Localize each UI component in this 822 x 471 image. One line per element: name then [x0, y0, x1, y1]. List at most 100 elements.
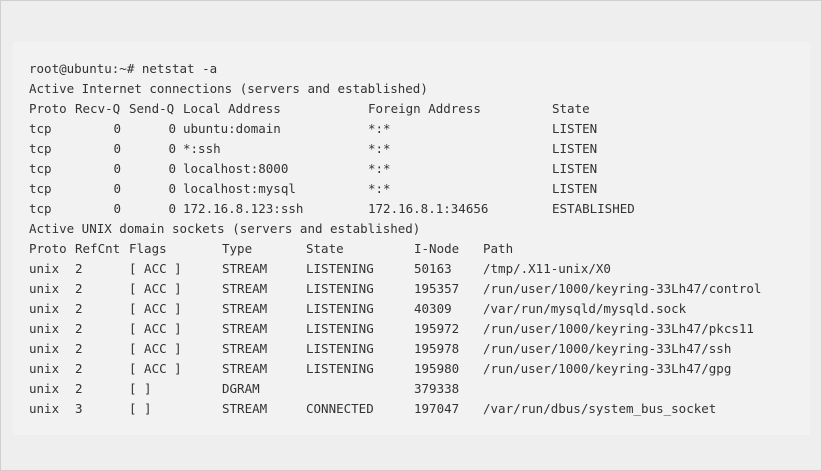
unix-cell-proto: unix — [29, 321, 60, 336]
unix-cell-inode: 50163 — [414, 261, 452, 276]
col-refcnt: RefCnt — [75, 241, 121, 256]
inet-cell-local: *:ssh — [183, 141, 221, 156]
inet-cell-proto: tcp — [29, 181, 52, 196]
inet-cell-foreign: *:* — [368, 141, 391, 156]
inet-cell-local: localhost:mysql — [183, 181, 296, 196]
unix-cell-refcnt: 2 — [75, 281, 83, 296]
inet-cell-foreign: *:* — [368, 161, 391, 176]
col-local-address: Local Address — [183, 101, 281, 116]
inet-cell-state: LISTEN — [552, 161, 598, 176]
unix-cell-flags: [ ACC ] — [129, 281, 182, 296]
unix-cell-path: /var/run/mysqld/mysqld.sock — [483, 301, 687, 316]
col-type: Type — [222, 241, 253, 256]
unix-cell-inode: 379338 — [414, 381, 460, 396]
unix-cell-type: STREAM — [222, 401, 268, 416]
unix-cell-inode: 197047 — [414, 401, 460, 416]
inet-cell-foreign: *:* — [368, 121, 391, 136]
inet-cell-state: LISTEN — [552, 141, 598, 156]
command-prompt-line: root@ubuntu:~# netstat -a — [29, 61, 218, 76]
inet-cell-proto: tcp — [29, 201, 52, 216]
unix-cell-flags: [ ACC ] — [129, 341, 182, 356]
unix-cell-type: STREAM — [222, 321, 268, 336]
col-inode: I-Node — [414, 241, 460, 256]
unix-cell-path: /run/user/1000/keyring-33Lh47/gpg — [483, 361, 732, 376]
inet-cell-recvq: 0 — [113, 161, 121, 176]
unix-cell-proto: unix — [29, 261, 60, 276]
inet-cell-state: LISTEN — [552, 121, 598, 136]
inet-cell-foreign: 172.16.8.1:34656 — [368, 201, 489, 216]
inet-section-header: Active Internet connections (servers and… — [29, 81, 428, 96]
inet-cell-recvq: 0 — [113, 121, 121, 136]
unix-cell-path: /var/run/dbus/system_bus_socket — [483, 401, 717, 416]
inet-cell-recvq: 0 — [113, 201, 121, 216]
unix-cell-state: LISTENING — [306, 301, 374, 316]
unix-cell-path: /tmp/.X11-unix/X0 — [483, 261, 611, 276]
unix-cell-state: LISTENING — [306, 341, 374, 356]
unix-cell-inode: 195978 — [414, 341, 460, 356]
unix-cell-type: STREAM — [222, 301, 268, 316]
col-sendq: Send-Q — [129, 101, 175, 116]
unix-cell-flags: [ ACC ] — [129, 321, 182, 336]
unix-cell-inode: 195980 — [414, 361, 460, 376]
unix-cell-state: LISTENING — [306, 281, 374, 296]
col-recvq: Recv-Q — [75, 101, 121, 116]
unix-cell-refcnt: 2 — [75, 361, 83, 376]
unix-cell-state: LISTENING — [306, 321, 374, 336]
inet-cell-local: localhost:8000 — [183, 161, 289, 176]
unix-cell-state: CONNECTED — [306, 401, 374, 416]
col-state: State — [552, 101, 590, 116]
unix-cell-proto: unix — [29, 401, 60, 416]
terminal-output[interactable]: root@ubuntu:~# netstat -a Active Interne… — [13, 42, 810, 435]
unix-cell-path: /run/user/1000/keyring-33Lh47/pkcs11 — [483, 321, 754, 336]
unix-cell-path: /run/user/1000/keyring-33Lh47/control — [483, 281, 762, 296]
inet-cell-sendq: 0 — [168, 161, 176, 176]
inet-column-header-row: Proto Recv-Q Send-Q Local Address Foreig… — [29, 99, 590, 119]
inet-cell-local: ubuntu:domain — [183, 121, 281, 136]
unix-cell-type: STREAM — [222, 361, 268, 376]
unix-cell-proto: unix — [29, 381, 60, 396]
inet-cell-proto: tcp — [29, 161, 52, 176]
unix-cell-inode: 40309 — [414, 301, 452, 316]
unix-cell-flags: [ ACC ] — [129, 361, 182, 376]
col-foreign-address: Foreign Address — [368, 101, 481, 116]
page-frame: root@ubuntu:~# netstat -a Active Interne… — [0, 0, 822, 471]
unix-cell-refcnt: 2 — [75, 341, 83, 356]
inet-cell-sendq: 0 — [168, 121, 176, 136]
unix-cell-refcnt: 2 — [75, 381, 83, 396]
unix-cell-type: STREAM — [222, 261, 268, 276]
inet-cell-foreign: *:* — [368, 181, 391, 196]
unix-cell-refcnt: 2 — [75, 301, 83, 316]
unix-column-header-row: Proto RefCnt Flags Type State I-Node Pat… — [29, 239, 513, 259]
inet-cell-recvq: 0 — [113, 141, 121, 156]
unix-cell-state: LISTENING — [306, 261, 374, 276]
unix-cell-flags: [ ACC ] — [129, 301, 182, 316]
col-proto: Proto — [29, 101, 67, 116]
inet-cell-local: 172.16.8.123:ssh — [183, 201, 304, 216]
unix-cell-proto: unix — [29, 281, 60, 296]
unix-cell-flags: [ ] — [129, 381, 152, 396]
inet-cell-state: ESTABLISHED — [552, 201, 635, 216]
col-flags: Flags — [129, 241, 167, 256]
unix-cell-inode: 195972 — [414, 321, 460, 336]
col-state: State — [306, 241, 344, 256]
unix-cell-flags: [ ] — [129, 401, 152, 416]
unix-cell-refcnt: 2 — [75, 261, 83, 276]
unix-cell-inode: 195357 — [414, 281, 460, 296]
inet-cell-sendq: 0 — [168, 141, 176, 156]
unix-cell-proto: unix — [29, 301, 60, 316]
inet-cell-proto: tcp — [29, 121, 52, 136]
unix-cell-proto: unix — [29, 341, 60, 356]
unix-cell-path: /run/user/1000/keyring-33Lh47/ssh — [483, 341, 732, 356]
inet-cell-sendq: 0 — [168, 181, 176, 196]
unix-cell-refcnt: 2 — [75, 321, 83, 336]
unix-cell-refcnt: 3 — [75, 401, 83, 416]
unix-cell-type: DGRAM — [222, 381, 260, 396]
col-proto: Proto — [29, 241, 67, 256]
unix-cell-state: LISTENING — [306, 361, 374, 376]
inet-cell-state: LISTEN — [552, 181, 598, 196]
inet-cell-proto: tcp — [29, 141, 52, 156]
inet-cell-recvq: 0 — [113, 181, 121, 196]
inet-cell-sendq: 0 — [168, 201, 176, 216]
unix-section-header: Active UNIX domain sockets (servers and … — [29, 221, 421, 236]
unix-cell-type: STREAM — [222, 341, 268, 356]
